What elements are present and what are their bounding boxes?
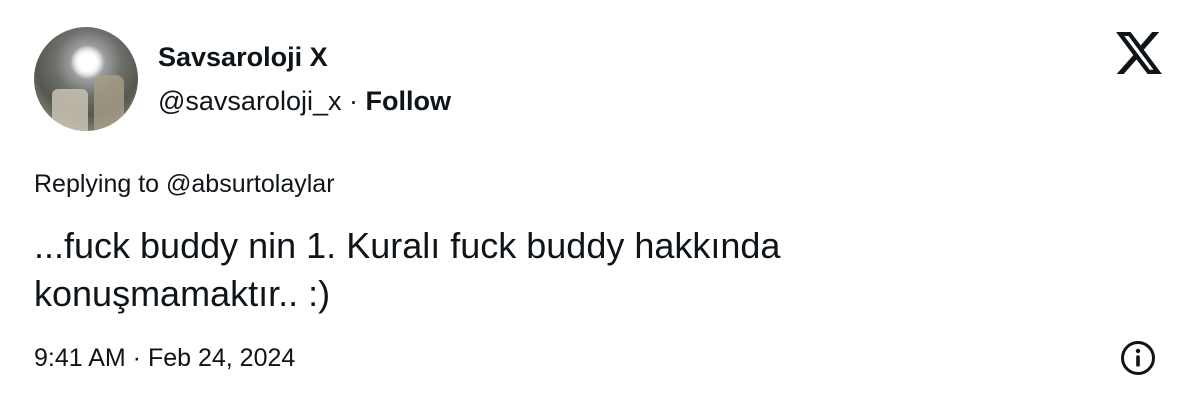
replying-to-label[interactable]: Replying to @absurtolaylar: [34, 168, 335, 200]
avatar-photo-flash: [70, 45, 104, 79]
avatar-photo-detail: [52, 89, 88, 131]
author-handle-row: @savsaroloji_x · Follow: [158, 84, 451, 118]
tweet-text: ...fuck buddy nin 1. Kuralı fuck buddy h…: [34, 225, 781, 314]
info-icon[interactable]: [1120, 340, 1156, 376]
x-logo-icon[interactable]: [1116, 32, 1162, 74]
author-name[interactable]: Savsaroloji X: [158, 40, 328, 74]
tweet-timestamp[interactable]: 9:41 AM · Feb 24, 2024: [34, 342, 295, 374]
follow-button[interactable]: Follow: [366, 86, 451, 116]
avatar[interactable]: [34, 27, 138, 131]
handle-separator: ·: [349, 86, 358, 116]
tweet-card: Savsaroloji X @savsaroloji_x · Follow Re…: [0, 0, 1200, 418]
author-handle[interactable]: @savsaroloji_x: [158, 86, 341, 116]
avatar-photo-detail: [94, 75, 124, 131]
